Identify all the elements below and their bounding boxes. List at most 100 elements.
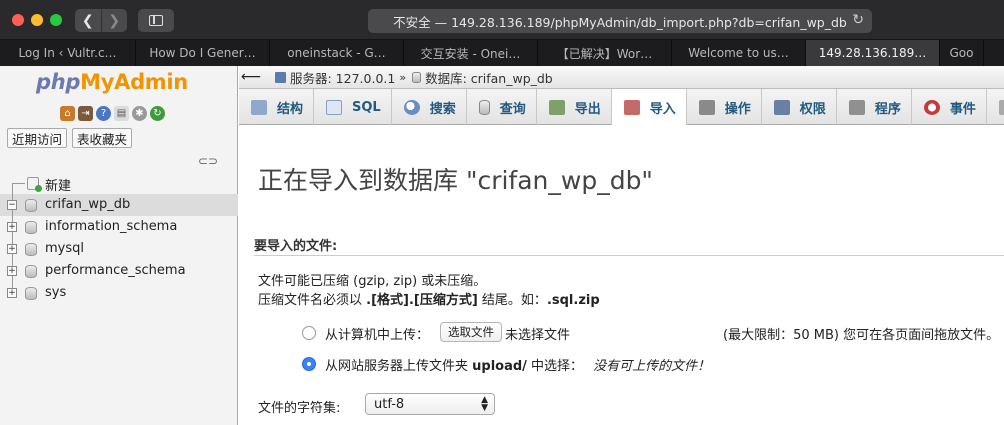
recent-tables-button[interactable]: 近期访问 bbox=[7, 128, 68, 148]
logo-php: php bbox=[36, 70, 81, 94]
browser-tab[interactable]: oneinstack - G… bbox=[270, 40, 404, 66]
logout-icon[interactable]: ⇥ bbox=[78, 106, 93, 121]
database-tabs: 结构 SQL 搜索 查询 导出 导入 操作 权限 程序 事件 bbox=[239, 89, 1004, 126]
tab-search[interactable]: 搜索 bbox=[392, 89, 467, 125]
tree-database-sys[interactable]: + sys bbox=[0, 282, 238, 304]
browser-tab[interactable]: 【已解决】Wor… bbox=[538, 40, 672, 66]
database-icon bbox=[412, 71, 422, 83]
new-database-label: 新建 bbox=[45, 179, 72, 194]
database-name[interactable]: performance_schema bbox=[45, 263, 186, 278]
tab-import[interactable]: 导入 bbox=[611, 89, 687, 126]
nav-icon-row: ⌂ ⇥ ? ▤ ✱ ↻ bbox=[60, 106, 165, 121]
sidebar-toggle-button[interactable] bbox=[138, 9, 174, 32]
reload-navigation-icon[interactable]: ↻ bbox=[150, 106, 165, 121]
zoom-window-button[interactable] bbox=[50, 14, 62, 26]
tree-new-database[interactable]: 新建 bbox=[0, 172, 238, 194]
tree-database-performance-schema[interactable]: + performance_schema bbox=[0, 260, 238, 282]
tab-label: 程序 bbox=[874, 101, 901, 117]
browser-tab[interactable]: Goo bbox=[940, 40, 984, 66]
tree-database-information-schema[interactable]: + information_schema bbox=[0, 216, 238, 238]
database-name[interactable]: crifan_wp_db bbox=[45, 197, 130, 212]
breadcrumb-server[interactable]: 服务器: 127.0.0.1 bbox=[290, 68, 395, 87]
database-name[interactable]: information_schema bbox=[45, 219, 177, 234]
ops-icon bbox=[698, 99, 715, 115]
reload-icon[interactable]: ↻ bbox=[852, 12, 864, 28]
browser-tab[interactable]: 交互安装 - Onei… bbox=[404, 40, 538, 66]
help-icon[interactable]: ? bbox=[96, 106, 111, 121]
collapse-icon[interactable]: − bbox=[7, 200, 17, 210]
tab-event[interactable]: 事件 bbox=[912, 89, 987, 125]
tree-database-crifan-wp-db[interactable]: − crifan_wp_db bbox=[0, 194, 238, 216]
charset-select[interactable]: utf-8 ▲ ▼ bbox=[365, 393, 495, 415]
upload-from-server-label[interactable]: 从网站服务器上传文件夹 upload/ 中选择： 没有可上传的文件！ bbox=[325, 355, 710, 374]
expand-icon[interactable]: + bbox=[7, 266, 17, 276]
expand-icon[interactable]: + bbox=[7, 244, 17, 254]
upload-from-server-radio[interactable] bbox=[302, 357, 316, 371]
arrow-left-icon: ⟵ bbox=[240, 69, 262, 85]
url-text: 不安全 — 149.28.136.189/phpMyAdmin/db_impor… bbox=[393, 14, 847, 30]
tab-routine[interactable]: 程序 bbox=[837, 89, 912, 125]
forward-button[interactable]: ❯ bbox=[100, 9, 128, 32]
chevron-left-icon: ❮ bbox=[81, 12, 94, 29]
breadcrumb-database[interactable]: 数据库: crifan_wp_db bbox=[425, 68, 553, 87]
expand-icon[interactable]: + bbox=[7, 288, 17, 298]
section-divider bbox=[254, 255, 1004, 256]
browser-tab[interactable]: How Do I Gener… bbox=[136, 40, 270, 66]
close-window-button[interactable] bbox=[12, 14, 24, 26]
tree-line bbox=[12, 183, 13, 194]
charset-label: 文件的字符集: bbox=[258, 401, 341, 416]
upload-from-computer-radio[interactable] bbox=[302, 326, 316, 340]
database-tree: 新建 − crifan_wp_db + information_schema + mysq… bbox=[0, 172, 238, 304]
tab-label: 搜索 bbox=[429, 101, 456, 117]
note-format: .[格式].[压缩方式] bbox=[366, 293, 478, 308]
database-name[interactable]: sys bbox=[45, 285, 66, 300]
home-icon[interactable]: ⌂ bbox=[60, 106, 75, 121]
page-title: 正在导入到数据库 "crifan_wp_db" bbox=[258, 166, 653, 195]
favorite-tables-button[interactable]: 表收藏夹 bbox=[72, 128, 133, 148]
import-icon bbox=[623, 100, 640, 115]
sql-icon bbox=[326, 99, 343, 115]
new-database-icon bbox=[27, 177, 42, 192]
link-icon[interactable]: ⊂⊃ bbox=[198, 154, 218, 168]
browser-tab[interactable]: 149.28.136.189… bbox=[806, 40, 940, 66]
file-to-import-heading: 要导入的文件: bbox=[254, 239, 338, 254]
import-page: 正在导入到数据库 "crifan_wp_db" 要导入的文件: 文件可能已压缩 … bbox=[239, 125, 1004, 425]
back-button[interactable]: ❮ bbox=[75, 9, 101, 32]
tab-priv[interactable]: 权限 bbox=[762, 89, 837, 125]
gear-icon[interactable]: ✱ bbox=[132, 106, 147, 121]
navigation-panel: phpMyAdmin ⌂ ⇥ ? ▤ ✱ ↻ 近期访问 表收藏夹 ⊂⊃ 新建 −… bbox=[0, 66, 238, 425]
tab-query[interactable]: 查询 bbox=[467, 89, 537, 125]
logo-my: My bbox=[80, 70, 115, 94]
server-icon bbox=[275, 71, 286, 83]
note-text: 压缩文件名必须以 bbox=[258, 293, 367, 308]
tab-export[interactable]: 导出 bbox=[537, 89, 612, 125]
upload-from-computer-label[interactable]: 从计算机中上传： bbox=[325, 324, 429, 343]
tree-database-mysql[interactable]: + mysql bbox=[0, 238, 238, 260]
nav-buttons: ❮ ❯ bbox=[75, 9, 127, 32]
database-icon bbox=[25, 199, 37, 212]
tab-label: 导出 bbox=[574, 101, 601, 117]
tab-more[interactable] bbox=[987, 89, 1004, 125]
tab-sql[interactable]: SQL bbox=[314, 89, 392, 125]
logo-admin: Admin bbox=[114, 70, 188, 94]
export-icon bbox=[548, 99, 565, 115]
tab-label: 查询 bbox=[499, 101, 526, 117]
address-bar[interactable]: 不安全 — 149.28.136.189/phpMyAdmin/db_impor… bbox=[368, 9, 872, 33]
documentation-icon[interactable]: ▤ bbox=[114, 106, 129, 121]
browser-tab[interactable]: Welcome to us… bbox=[672, 40, 806, 66]
collapse-navigation-button[interactable]: ⟵ bbox=[241, 67, 261, 87]
tab-structure[interactable]: 结构 bbox=[239, 89, 315, 125]
label-text: 从网站服务器上传文件夹 bbox=[325, 359, 473, 374]
structure-icon bbox=[251, 99, 267, 115]
expand-icon[interactable]: + bbox=[7, 222, 17, 232]
choose-file-button[interactable]: 选取文件 bbox=[440, 322, 502, 342]
priv-icon bbox=[773, 99, 790, 115]
database-name[interactable]: mysql bbox=[45, 241, 84, 256]
phpmyadmin-logo[interactable]: phpMyAdmin bbox=[36, 70, 188, 94]
database-icon bbox=[25, 243, 37, 256]
tab-label: 导入 bbox=[649, 102, 676, 117]
browser-tab[interactable]: Log In ‹ Vultr.c… bbox=[0, 40, 136, 66]
minimize-window-button[interactable] bbox=[31, 14, 43, 26]
compression-naming-note: 压缩文件名必须以 .[格式].[压缩方式] 结尾。如：.sql.zip bbox=[258, 289, 600, 308]
tab-ops[interactable]: 操作 bbox=[687, 89, 762, 125]
